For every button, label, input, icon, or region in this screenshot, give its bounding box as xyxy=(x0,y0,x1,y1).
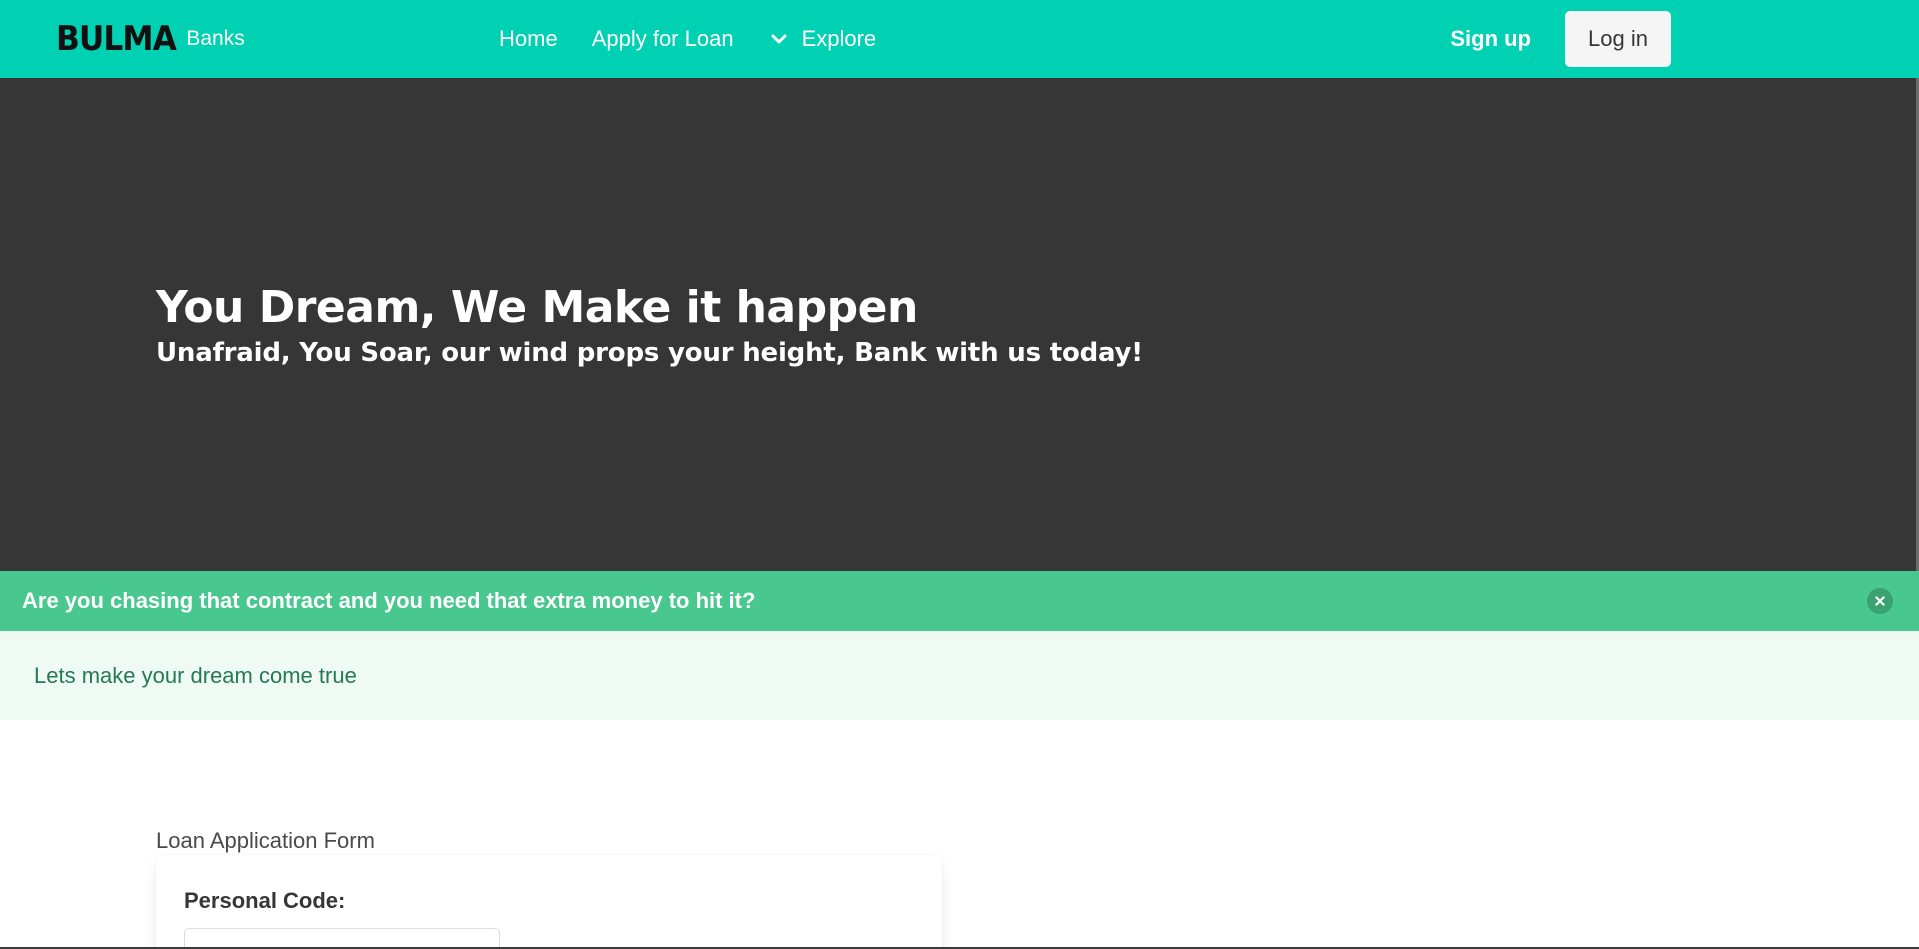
nav-item-apply-for-loan[interactable]: Apply for Loan xyxy=(575,0,751,78)
nav-auth-buttons: Sign up Log in xyxy=(1450,0,1671,78)
hero-subtitle: Unafraid, You Soar, our wind props your … xyxy=(156,338,1143,368)
nav-item-home[interactable]: Home xyxy=(482,0,575,78)
nav-item-label: Explore xyxy=(801,26,877,51)
brand-logo: BULMA xyxy=(56,19,177,59)
personal-code-input[interactable] xyxy=(184,928,500,949)
hero-section: You Dream, We Make it happen Unafraid, Y… xyxy=(0,78,1919,571)
promo-message: Are you chasing that contract and you ne… xyxy=(0,571,1919,720)
message-header: Are you chasing that contract and you ne… xyxy=(0,571,1919,631)
hero-title: You Dream, We Make it happen xyxy=(156,282,918,333)
loan-application-form: Personal Code: xyxy=(156,855,942,949)
sign-up-button[interactable]: Sign up xyxy=(1450,26,1531,52)
message-title: Are you chasing that contract and you ne… xyxy=(22,588,756,613)
close-message-button[interactable] xyxy=(1867,588,1893,614)
message-body: Lets make your dream come true xyxy=(0,631,1919,720)
brand-subtitle: Banks xyxy=(186,27,245,50)
nav-menu: Home Apply for Loan Explore xyxy=(482,0,893,78)
brand-logo-link[interactable]: BULMA Banks xyxy=(56,0,245,78)
log-in-button[interactable]: Log in xyxy=(1565,11,1671,67)
nav-item-label: Home xyxy=(499,26,558,51)
chevron-down-icon xyxy=(768,28,790,50)
personal-code-label: Personal Code: xyxy=(184,888,346,913)
nav-item-label: Apply for Loan xyxy=(591,26,734,51)
nav-item-explore[interactable]: Explore xyxy=(751,0,894,78)
top-navbar: BULMA Banks Home Apply for Loan Explore … xyxy=(0,0,1919,78)
form-caption: Loan Application Form xyxy=(156,828,375,853)
